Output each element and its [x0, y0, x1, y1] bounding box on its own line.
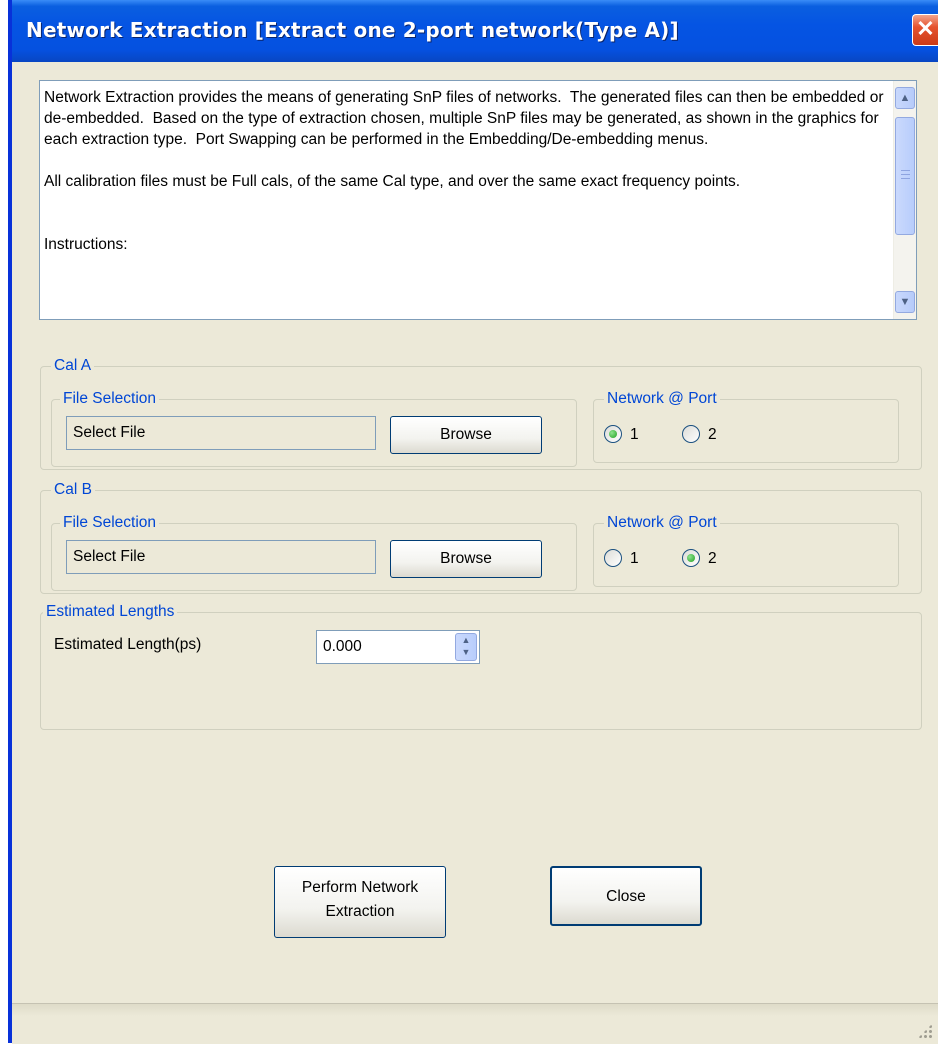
estimated-lengths-group: Estimated Lengths	[40, 603, 922, 730]
file-selection-label: File Selection	[60, 514, 160, 532]
cal-b-browse-button[interactable]: Browse	[390, 540, 542, 578]
perform-button-line-1: Perform Network	[301, 879, 419, 896]
spin-updown-icon[interactable]: ▲ ▼	[455, 633, 477, 661]
status-bar	[12, 1003, 938, 1044]
close-button[interactable]: Close	[550, 866, 702, 926]
cal-a-group: Cal A File Selection Select File Browse …	[40, 357, 922, 470]
cal-b-network-port-group: Network @ Port 1 2	[593, 514, 899, 587]
estimated-length-label: Estimated Length(ps)	[54, 636, 202, 653]
radio-label: 2	[708, 426, 717, 443]
perform-button-line-2: Extraction	[325, 903, 395, 920]
cal-b-file-selection-group: File Selection Select File Browse	[51, 514, 577, 591]
scroll-down-button[interactable]: ▼	[895, 291, 915, 313]
perform-network-extraction-button[interactable]: Perform Network Extraction	[274, 866, 446, 938]
dialog-window: Network Extraction [Extract one 2-port n…	[8, 0, 938, 1044]
cal-b-group: Cal B File Selection Select File Browse …	[40, 481, 922, 594]
radio-button[interactable]	[682, 549, 700, 567]
radio-button[interactable]	[682, 425, 700, 443]
window-title: Network Extraction [Extract one 2-port n…	[26, 18, 679, 42]
description-textbox[interactable]: Network Extraction provides the means of…	[39, 80, 917, 320]
radio-label: 1	[630, 550, 639, 567]
close-icon: ✕	[916, 16, 935, 41]
cal-a-browse-button[interactable]: Browse	[390, 416, 542, 454]
title-bar[interactable]: Network Extraction [Extract one 2-port n…	[12, 0, 938, 62]
cal-a-file-field: Select File	[66, 416, 376, 450]
cal-a-label: Cal A	[51, 357, 95, 375]
description-text: Network Extraction provides the means of…	[44, 89, 884, 253]
cal-a-file-selection-group: File Selection Select File Browse	[51, 390, 577, 467]
scroll-thumb[interactable]	[895, 117, 915, 235]
resize-grip-icon[interactable]	[918, 1024, 932, 1038]
radio-selected-dot	[609, 430, 617, 438]
radio-button[interactable]	[604, 549, 622, 567]
close-window-button[interactable]: ✕	[912, 14, 938, 46]
estimated-length-spinbox[interactable]: 0.000 ▲ ▼	[316, 630, 480, 664]
radio-label: 2	[708, 550, 717, 567]
estimated-lengths-label: Estimated Lengths	[43, 603, 178, 621]
chevron-up-icon: ▲	[899, 92, 911, 104]
estimated-length-value[interactable]: 0.000	[323, 631, 362, 663]
grip-line	[901, 178, 910, 179]
radio-button[interactable]	[604, 425, 622, 443]
radio-selected-dot	[687, 554, 695, 562]
cal-a-network-port-group: Network @ Port 1 2	[593, 390, 899, 463]
file-selection-label: File Selection	[60, 390, 160, 408]
grip-line	[901, 174, 910, 175]
network-port-label: Network @ Port	[604, 514, 720, 532]
network-port-label: Network @ Port	[604, 390, 720, 408]
description-scrollbar[interactable]: ▲ ▼	[893, 81, 916, 319]
grip-line	[901, 170, 910, 171]
radio-label: 1	[630, 426, 639, 443]
scroll-up-button[interactable]: ▲	[895, 87, 915, 109]
cal-b-file-field: Select File	[66, 540, 376, 574]
chevron-down-icon: ▼	[899, 296, 911, 308]
cal-b-label: Cal B	[51, 481, 95, 499]
